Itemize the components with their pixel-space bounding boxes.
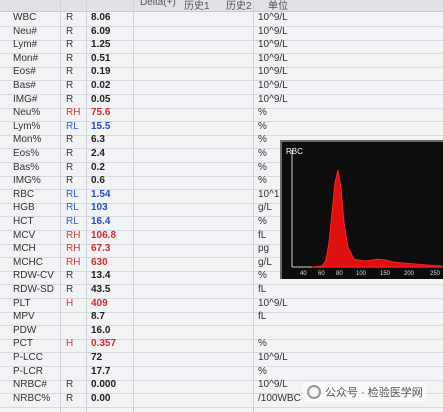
- watermark-text: 公众号 · 检验医学网: [325, 387, 423, 399]
- histogram-tick-label: 250: [430, 271, 441, 277]
- histogram-tick-label: 60: [318, 271, 325, 277]
- wechat-icon: [307, 385, 321, 399]
- header-delta: Delta(+): [140, 0, 176, 8]
- histogram-x-ticks: 40 60 80 100 150 200 250: [300, 271, 441, 277]
- rbc-histogram: RBC 40 60 80 100 150 200 250: [280, 140, 443, 279]
- histogram-tick-label: 40: [300, 271, 307, 277]
- result-flag: R: [66, 392, 74, 404]
- histogram-tick-label: 80: [336, 271, 343, 277]
- watermark: 公众号 · 检验医学网: [303, 382, 427, 402]
- rbc-distribution-curve: [311, 169, 443, 268]
- histogram-plot: RBC 40 60 80 100 150 200 250: [286, 147, 443, 277]
- result-unit: /100WBC: [258, 392, 301, 404]
- histogram-tick-label: 200: [404, 271, 415, 277]
- result-value: 0.00: [91, 392, 111, 404]
- histogram-tick-label: 100: [356, 271, 367, 277]
- histogram-title: RBC: [286, 147, 303, 156]
- results-screen: Delta(+) 历史1 历史2 单位 WBC R 8.06 10^9/L Neu# R 6…: [0, 0, 443, 412]
- histogram-tick-label: 150: [380, 271, 391, 277]
- result-name: NRBC%: [13, 392, 51, 404]
